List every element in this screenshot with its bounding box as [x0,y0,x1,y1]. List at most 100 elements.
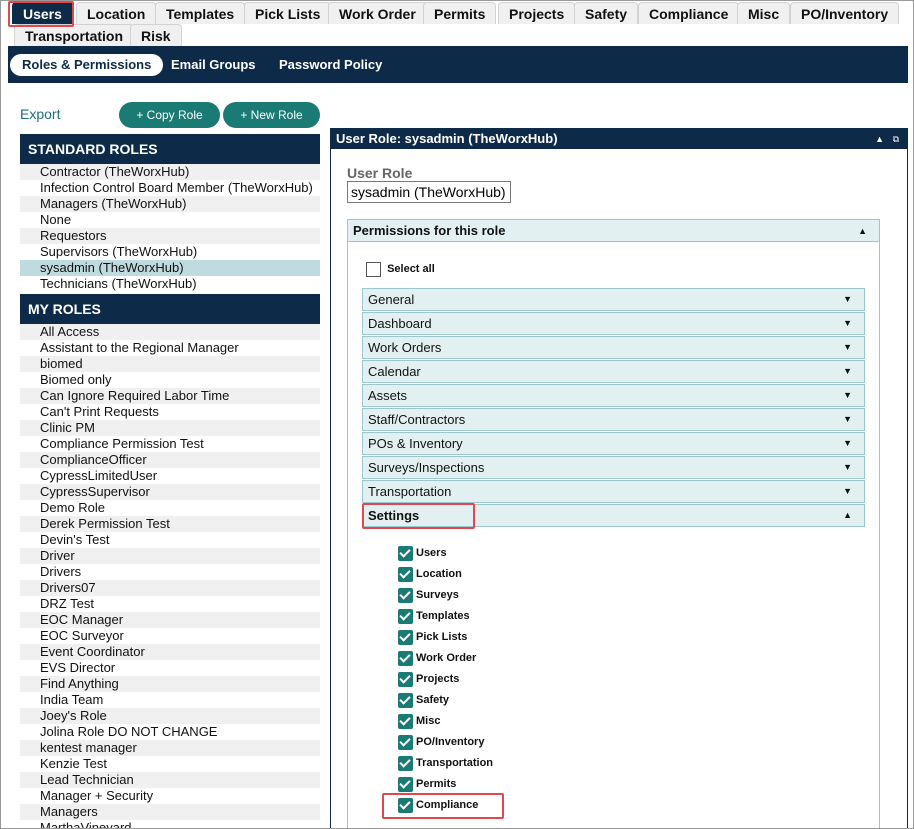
role-item[interactable]: Supervisors (TheWorxHub) [20,244,320,260]
role-item[interactable]: EVS Director [20,660,320,676]
role-item[interactable]: Drivers [20,564,320,580]
checkbox-checked-icon[interactable] [398,755,413,771]
new-role-button[interactable]: + New Role [223,102,320,128]
checkbox-checked-icon[interactable] [398,734,413,750]
checkbox-checked-icon[interactable] [398,587,413,603]
role-item[interactable]: Event Coordinator [20,644,320,660]
tab-templates[interactable]: Templates [155,2,246,24]
tab-work-order[interactable]: Work Order [328,2,427,24]
checkbox-checked-icon[interactable] [398,566,413,582]
checkbox-checked-icon[interactable] [398,776,413,792]
settings-item-projects[interactable]: Projects [398,671,459,689]
checkbox-checked-icon[interactable] [398,650,413,666]
section-work-orders[interactable]: Work Orders ▼ [362,336,865,359]
section-dashboard[interactable]: Dashboard ▼ [362,312,865,335]
role-item[interactable]: None [20,212,320,228]
checkbox-checked-icon[interactable] [398,608,413,624]
checkbox-checked-icon[interactable] [398,692,413,708]
role-item[interactable]: Devin's Test [20,532,320,548]
role-item[interactable]: Kenzie Test [20,756,320,772]
tab-misc[interactable]: Misc [737,2,791,24]
export-link[interactable]: Export [20,106,60,122]
role-item[interactable]: Derek Permission Test [20,516,320,532]
checkbox-checked-icon[interactable] [398,545,413,561]
settings-item-users[interactable]: Users [398,545,447,563]
section-staff-contractors[interactable]: Staff/Contractors ▼ [362,408,865,431]
select-all[interactable]: Select all [366,261,435,277]
role-item[interactable]: biomed [20,356,320,372]
settings-item-po-inventory[interactable]: PO/Inventory [398,734,484,752]
role-item[interactable]: Demo Role [20,500,320,516]
settings-item-location[interactable]: Location [398,566,462,584]
role-item[interactable]: Managers (TheWorxHub) [20,196,320,212]
role-item[interactable]: All Access [20,324,320,340]
checkbox-checked-icon[interactable] [398,671,413,687]
settings-item-surveys[interactable]: Surveys [398,587,459,605]
permissions-header[interactable]: Permissions for this role ▲ [348,220,879,242]
role-item[interactable]: India Team [20,692,320,708]
role-item[interactable]: Drivers07 [20,580,320,596]
role-item[interactable]: ComplianceOfficer [20,452,320,468]
section-pos-inventory[interactable]: POs & Inventory ▼ [362,432,865,455]
checkbox-checked-icon[interactable] [398,629,413,645]
role-item[interactable]: Contractor (TheWorxHub) [20,164,320,180]
role-item[interactable]: CypressSupervisor [20,484,320,500]
subtab-email-groups[interactable]: Email Groups [159,54,268,76]
subtab-password-policy[interactable]: Password Policy [267,54,394,76]
tab-permits[interactable]: Permits [423,2,497,24]
role-item[interactable]: Find Anything [20,676,320,692]
checkbox-checked-icon[interactable] [398,713,413,729]
role-item[interactable]: Clinic PM [20,420,320,436]
role-item[interactable]: Biomed only [20,372,320,388]
role-item[interactable]: Compliance Permission Test [20,436,320,452]
role-item[interactable]: Jolina Role DO NOT CHANGE [20,724,320,740]
copy-role-button[interactable]: + Copy Role [119,102,220,128]
tab-location[interactable]: Location [76,2,157,24]
tab-transportation[interactable]: Transportation [14,24,135,46]
role-item[interactable]: kentest manager [20,740,320,756]
role-item[interactable]: Lead Technician [20,772,320,788]
role-item[interactable]: Technicians (TheWorxHub) [20,276,320,292]
settings-item-safety[interactable]: Safety [398,692,449,710]
tab-risk[interactable]: Risk [130,24,182,46]
user-role-panel: User Role: sysadmin (TheWorxHub) ▲ ⧉ Use… [330,128,908,829]
role-item[interactable]: MarthaVineyard [20,820,320,829]
section-surveys-inspections[interactable]: Surveys/Inspections ▼ [362,456,865,479]
role-item[interactable]: Infection Control Board Member (TheWorxH… [20,180,320,196]
section-transportation[interactable]: Transportation ▼ [362,480,865,503]
role-item[interactable]: Manager + Security [20,788,320,804]
section-label: Transportation [368,484,452,499]
user-role-input[interactable] [347,181,511,203]
role-item[interactable]: Can't Print Requests [20,404,320,420]
tab-compliance[interactable]: Compliance [638,2,740,24]
tab-projects[interactable]: Projects [498,2,576,24]
role-item[interactable]: DRZ Test [20,596,320,612]
popout-icon[interactable]: ⧉ [893,134,899,144]
section-general[interactable]: General ▼ [362,288,865,311]
collapse-icon[interactable]: ▲ [875,134,884,144]
role-item[interactable]: Joey's Role [20,708,320,724]
role-item[interactable]: CypressLimitedUser [20,468,320,484]
role-item[interactable]: Managers [20,804,320,820]
subtab-roles-permissions[interactable]: Roles & Permissions [10,54,164,76]
role-item[interactable]: EOC Manager [20,612,320,628]
tab-po-inventory[interactable]: PO/Inventory [790,2,900,24]
settings-item-permits[interactable]: Permits [398,776,456,794]
settings-item-work-order[interactable]: Work Order [398,650,476,668]
settings-item-templates[interactable]: Templates [398,608,470,626]
role-item[interactable]: EOC Surveyor [20,628,320,644]
settings-item-transportation[interactable]: Transportation [398,755,493,773]
role-item[interactable]: Assistant to the Regional Manager [20,340,320,356]
role-item[interactable]: Requestors [20,228,320,244]
section-label: Assets [368,388,408,403]
settings-item-pick-lists[interactable]: Pick Lists [398,629,467,647]
section-calendar[interactable]: Calendar ▼ [362,360,865,383]
settings-item-misc[interactable]: Misc [398,713,440,731]
role-item[interactable]: Can Ignore Required Labor Time [20,388,320,404]
checkbox-icon[interactable] [366,261,381,277]
role-item[interactable]: Driver [20,548,320,564]
role-item-selected[interactable]: sysadmin (TheWorxHub) [20,260,320,276]
section-assets[interactable]: Assets ▼ [362,384,865,407]
tab-pick-lists[interactable]: Pick Lists [244,2,332,24]
tab-safety[interactable]: Safety [574,2,639,24]
